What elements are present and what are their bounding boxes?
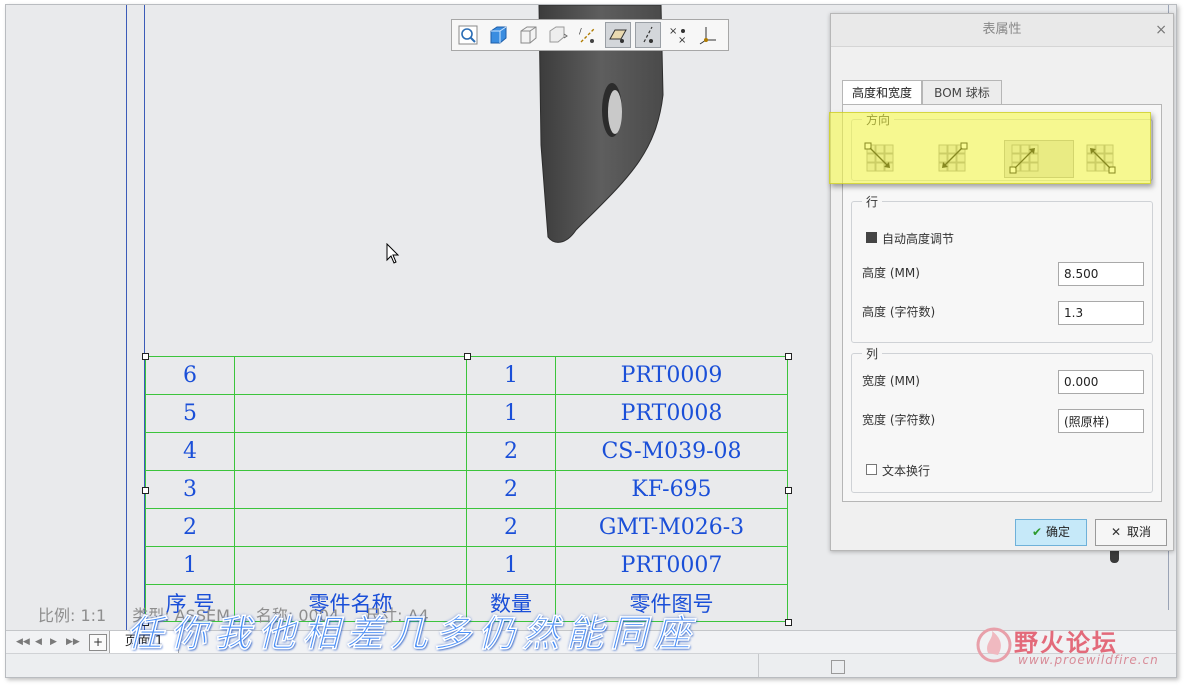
table-row[interactable]: 4 2 CS-M039-08: [145, 432, 788, 471]
svg-text:×: ×: [678, 35, 686, 46]
table-cell-name[interactable]: [234, 508, 467, 547]
add-sheet-button[interactable]: +: [89, 634, 107, 651]
next-sheet-icon[interactable]: ▶: [50, 637, 57, 647]
svg-text:×: ×: [669, 26, 677, 37]
repaint-icon[interactable]: [545, 22, 571, 48]
width-chars-label: 宽度 (字符数): [862, 413, 936, 427]
table-row[interactable]: 1 1 PRT0007: [145, 546, 788, 585]
width-chars-input[interactable]: [1058, 409, 1144, 433]
datum-axis-icon[interactable]: /: [575, 22, 601, 48]
check-icon: ✔: [1031, 525, 1043, 539]
table-row[interactable]: 2 2 GMT-M026-3: [145, 508, 788, 547]
table-cell-index[interactable]: 4: [145, 432, 235, 471]
height-chars-label: 高度 (字符数): [862, 305, 936, 319]
datum-point-icon[interactable]: [635, 22, 661, 48]
table-cell-qty[interactable]: 2: [466, 470, 556, 509]
zoom-icon[interactable]: [455, 22, 481, 48]
table-row[interactable]: 5 1 PRT0008: [145, 394, 788, 433]
table-handle-mid-right[interactable]: [785, 487, 792, 494]
table-handle-top-mid[interactable]: [464, 353, 471, 360]
sheet-border-left: [126, 5, 127, 630]
table-cell-index[interactable]: 1: [145, 546, 235, 585]
table-cell-index[interactable]: 6: [145, 356, 235, 395]
shaded-cube-icon[interactable]: [485, 22, 511, 48]
table-cell-name[interactable]: [234, 356, 467, 395]
height-chars-input[interactable]: [1058, 301, 1144, 325]
auto-height-label: 自动高度调节: [882, 232, 955, 246]
column-group: 列 宽度 (MM) 宽度 (字符数) 文本换行: [851, 345, 1153, 493]
width-mm-label: 宽度 (MM): [862, 374, 920, 388]
row-group: 行 自动高度调节 高度 (MM) 高度 (字符数): [851, 193, 1153, 343]
svg-text:/: /: [579, 27, 582, 36]
table-cell-index[interactable]: 3: [145, 470, 235, 509]
prev-sheet-icon[interactable]: ◀: [35, 637, 42, 647]
table-properties-dialog: 表属性 × 高度和宽度 BOM 球标 方向: [829, 13, 1174, 551]
ok-button[interactable]: ✔ 确定: [1015, 519, 1087, 546]
cancel-button[interactable]: ✕ 取消: [1095, 519, 1167, 546]
mouse-cursor-icon: [386, 243, 400, 264]
cancel-icon: ✕: [1110, 525, 1122, 539]
row-group-title: 行: [862, 193, 883, 210]
first-sheet-icon[interactable]: ◀◀: [16, 637, 30, 647]
table-handle-top-left[interactable]: [142, 353, 149, 360]
table-cell-qty[interactable]: 1: [466, 546, 556, 585]
table-cell-qty[interactable]: 1: [466, 394, 556, 433]
auto-height-checkbox[interactable]: [866, 232, 877, 243]
bom-table[interactable]: 6 1 PRT0009 5 1 PRT0008 4 2 CS-M039-08 3 2 KF-695 2 2…: [145, 356, 788, 622]
coordinate-system-icon[interactable]: [695, 22, 721, 48]
table-row[interactable]: 6 1 PRT0009: [145, 356, 788, 395]
highlight-annotation: [829, 112, 1151, 184]
view-toolbar: / × ×: [451, 19, 729, 51]
table-handle-bottom-right[interactable]: [785, 619, 792, 626]
point-display-icon[interactable]: × ×: [665, 22, 691, 48]
logo-flame-icon: [976, 627, 1012, 663]
app-window: / × × 6 1 PRT0009 5 1 PRT0008 4 2 CS-M039-08 3 2 KF-…: [5, 4, 1177, 678]
table-cell-qty[interactable]: 1: [466, 356, 556, 395]
last-sheet-icon[interactable]: ▶▶: [66, 637, 80, 647]
forum-logo: 野火论坛 www.proewildfire.cn: [974, 619, 1174, 675]
tab-height-width[interactable]: 高度和宽度: [842, 80, 922, 106]
column-group-title: 列: [862, 345, 883, 362]
table-cell-name[interactable]: [234, 546, 467, 585]
close-icon[interactable]: ×: [1155, 14, 1167, 46]
status-scale: 比例: 1:1: [38, 606, 107, 625]
width-mm-input[interactable]: [1058, 370, 1144, 394]
overlay-caption: 任你我他相差几多仍然能同座: [125, 611, 698, 656]
tab-bom-balloon[interactable]: BOM 球标: [922, 80, 1002, 106]
table-cell-qty[interactable]: 2: [466, 432, 556, 471]
table-row[interactable]: 3 2 KF-695: [145, 470, 788, 509]
table-cell-part[interactable]: CS-M039-08: [555, 432, 788, 471]
table-cell-name[interactable]: [234, 470, 467, 509]
table-cell-part[interactable]: KF-695: [555, 470, 788, 509]
table-cell-name[interactable]: [234, 394, 467, 433]
table-cell-index[interactable]: 5: [145, 394, 235, 433]
table-cell-name[interactable]: [234, 432, 467, 471]
no-hidden-cube-icon[interactable]: [515, 22, 541, 48]
table-cell-part[interactable]: GMT-M026-3: [555, 508, 788, 547]
height-mm-input[interactable]: [1058, 262, 1144, 286]
table-cell-part[interactable]: PRT0007: [555, 546, 788, 585]
dialog-title: 表属性: [831, 14, 1173, 47]
table-cell-part[interactable]: PRT0009: [555, 356, 788, 395]
logo-url: www.proewildfire.cn: [1018, 653, 1159, 667]
table-cell-qty[interactable]: 2: [466, 508, 556, 547]
height-mm-label: 高度 (MM): [862, 266, 920, 280]
wrap-text-checkbox[interactable]: [866, 464, 877, 475]
table-handle-mid-left[interactable]: [142, 487, 149, 494]
table-cell-index[interactable]: 2: [145, 508, 235, 547]
datum-plane-icon[interactable]: [605, 22, 631, 48]
filter-icon[interactable]: [831, 660, 845, 674]
table-cell-part[interactable]: PRT0008: [555, 394, 788, 433]
table-handle-top-right[interactable]: [785, 353, 792, 360]
wrap-text-label: 文本换行: [882, 464, 931, 478]
